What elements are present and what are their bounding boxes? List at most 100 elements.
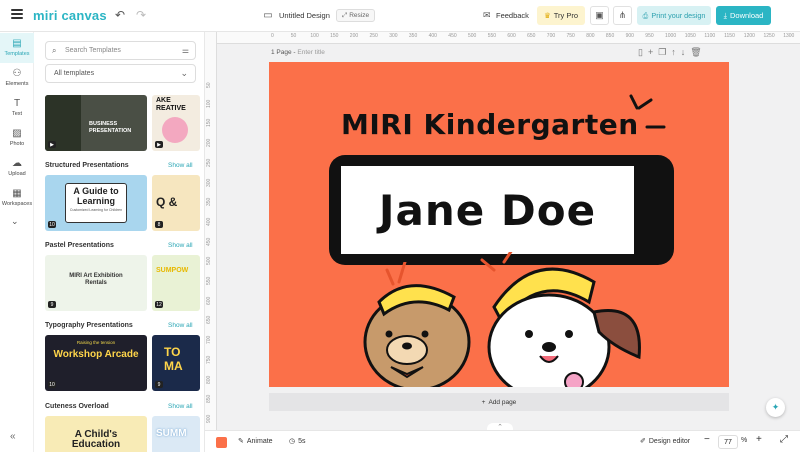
rail-item-upload[interactable]: ☁ Upload: [0, 153, 34, 183]
ruler-tick-label: 750: [566, 33, 575, 39]
duplicate-icon[interactable]: ❐: [658, 47, 666, 58]
show-all-link[interactable]: Show all: [168, 403, 193, 410]
app-logo[interactable]: miri canvas: [33, 8, 107, 23]
template-thumb[interactable]: A Child's Education: [45, 416, 147, 452]
design-editor-button[interactable]: ✐ Design editor: [640, 437, 690, 446]
ruler-tick-label: 650: [206, 316, 212, 325]
rail-item-photo[interactable]: ▨ Photo: [0, 123, 34, 153]
template-thumb[interactable]: BUSINESS PRESENTATION ▶: [45, 95, 147, 151]
rail-item-workspaces[interactable]: ▦ Workspaces: [0, 183, 34, 213]
search-placeholder: Search Templates: [65, 47, 121, 54]
ruler-tick-label: 450: [206, 237, 212, 246]
template-thumb[interactable]: SUMM: [152, 416, 200, 452]
thumb-title: Q &: [156, 195, 178, 209]
name-badge[interactable]: Jane Doe: [335, 160, 640, 260]
ruler-tick-label: 250: [369, 33, 378, 39]
ruler-tick-label: 50: [290, 33, 297, 39]
page-label[interactable]: 1 Page - Enter title: [271, 49, 325, 56]
template-thumb[interactable]: SUMPOW 12: [152, 255, 200, 311]
document-title[interactable]: Untitled Design: [279, 11, 330, 20]
thumb-title: Workshop Arcade: [53, 349, 139, 360]
template-thumb[interactable]: Raising the tension Workshop Arcade 10: [45, 335, 147, 391]
print-button[interactable]: ⎙ Print your design: [637, 6, 711, 25]
chevron-down-icon[interactable]: ⌄: [11, 216, 19, 227]
show-all-link[interactable]: Show all: [168, 322, 193, 329]
ruler-tick-label: 850: [605, 33, 615, 39]
rail-item-elements[interactable]: ⚇ Elements: [0, 63, 34, 93]
ruler-tick-label: 200: [349, 33, 359, 39]
template-thumb[interactable]: TO MA 9: [152, 335, 200, 391]
ruler-tick-label: 350: [408, 33, 418, 39]
page-tools: ▯ + ❐ ↑ ↓ 🗑: [638, 47, 702, 58]
background-color-swatch[interactable]: [216, 437, 227, 448]
rail-label: Text: [11, 111, 23, 117]
thumb-title: A Child's Education: [71, 429, 121, 450]
template-thumb[interactable]: A Guide to Learning Customized Learning …: [45, 175, 147, 231]
filter-icon[interactable]: ⚌: [182, 46, 189, 55]
add-page-button[interactable]: + Add page: [269, 393, 729, 411]
puppy-illustration[interactable]: [474, 252, 694, 387]
thumb-title: BUSINESS PRESENTATION: [89, 121, 132, 134]
template-thumb[interactable]: MIRI Art Exhibition Rentals 9: [45, 255, 147, 311]
move-down-icon[interactable]: ↓: [681, 47, 686, 58]
section-title: Cuteness Overload: [45, 403, 109, 410]
undo-icon[interactable]: ↶: [114, 8, 126, 22]
ruler-tick-label: 950: [645, 33, 654, 39]
design-name[interactable]: Jane Doe: [379, 186, 596, 235]
rail-item-text[interactable]: T Text: [0, 93, 34, 123]
menu-icon[interactable]: [11, 9, 23, 19]
ruler-tick-label: 1200: [743, 33, 755, 39]
show-all-link[interactable]: Show all: [168, 162, 193, 169]
pen-icon: ✐: [640, 438, 646, 445]
ruler-tick-label: 650: [527, 33, 536, 39]
animate-icon: ✎: [238, 438, 244, 445]
rail-label: Elements: [5, 81, 29, 87]
share-icon[interactable]: ⋔: [613, 6, 632, 25]
resize-button[interactable]: ⤢ Resize: [336, 9, 376, 22]
zoom-out-icon[interactable]: −: [704, 434, 710, 445]
folder-icon[interactable]: ▭: [262, 9, 274, 21]
download-label: Download: [729, 11, 764, 20]
ruler-tick-label: 1300: [783, 33, 795, 39]
thumb-title: TO MA: [164, 345, 183, 373]
zoom-in-icon[interactable]: +: [756, 434, 762, 445]
ai-sparkle-icon[interactable]: ✦: [766, 398, 785, 417]
thumb-page-count: 8: [155, 221, 163, 228]
expand-timeline-icon[interactable]: ⌃: [487, 423, 513, 430]
canvas-workspace: 0 50 100 150 200 250 300 350 400 450 500 550 600 650 7…: [205, 32, 800, 430]
page-note-icon[interactable]: ▯: [638, 47, 643, 58]
rail-item-templates[interactable]: ▤ Templates: [0, 33, 34, 63]
save-icon[interactable]: ▣: [590, 6, 609, 25]
show-all-link[interactable]: Show all: [168, 242, 193, 249]
rail-label: Workspaces: [1, 201, 33, 207]
try-pro-button[interactable]: ♛ Try Pro: [537, 6, 585, 25]
collapse-panel-icon[interactable]: «: [10, 431, 16, 442]
add-page-icon[interactable]: +: [648, 47, 653, 58]
redo-icon[interactable]: ↷: [135, 8, 147, 22]
search-input[interactable]: ⌕ Search Templates ⚌: [45, 41, 196, 60]
duration-button[interactable]: ◷ 5s: [289, 437, 306, 446]
delete-icon[interactable]: 🗑: [690, 47, 701, 58]
page-title-input[interactable]: Enter title: [297, 49, 324, 56]
ruler-tick-label: 1150: [724, 33, 735, 39]
template-filter-select[interactable]: All templates ⌄: [45, 64, 196, 83]
ruler-left: 50 100 150 200 250 300 350 400 450 500 550 600 650 70…: [205, 32, 217, 430]
ruler-tick-label: 750: [206, 355, 212, 364]
design-canvas[interactable]: MIRI Kindergarten Jane Doe: [269, 62, 729, 387]
template-thumb[interactable]: AKE REATIVE ▶: [152, 95, 200, 151]
ruler-tick-label: 200: [206, 138, 212, 148]
rail-label: Templates: [4, 51, 30, 57]
zoom-input[interactable]: 77: [718, 435, 738, 449]
move-up-icon[interactable]: ↑: [671, 47, 676, 58]
top-bar: miri canvas ↶ ↷ ▭ Untitled Design ⤢ Resiz…: [0, 0, 800, 32]
animate-button[interactable]: ✎ Animate: [238, 437, 273, 446]
feedback-button[interactable]: Feedback: [496, 11, 529, 20]
fullscreen-icon[interactable]: ⤢: [780, 434, 788, 445]
feedback-icon[interactable]: ✉: [483, 10, 491, 21]
template-thumb[interactable]: Q & 8: [152, 175, 200, 231]
design-heading[interactable]: MIRI Kindergarten: [341, 108, 639, 141]
download-button[interactable]: ⤓ Download: [716, 6, 771, 25]
ruler-tick-label: 50: [206, 82, 212, 88]
play-icon: ▶: [48, 141, 56, 148]
thumb-page-count: 9: [155, 381, 163, 388]
